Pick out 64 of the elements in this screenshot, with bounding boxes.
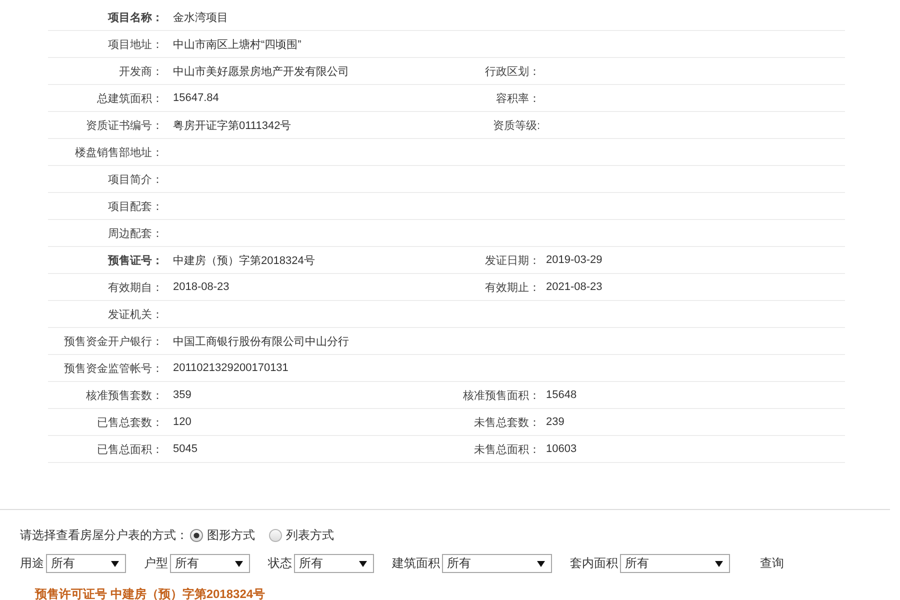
caret-icon <box>111 560 119 566</box>
dropdown[interactable]: 所有 <box>170 554 250 573</box>
dropdown[interactable]: 所有 <box>294 554 374 573</box>
field-label: 项目地址： <box>108 38 163 50</box>
field-value: 2019-03-29 <box>546 254 602 266</box>
field-value: 中山市美好愿景房地产开发有限公司 <box>173 66 349 78</box>
field-label: 预售证号： <box>108 254 163 266</box>
field-value: 10603 <box>546 443 577 455</box>
field-label: 总建筑面积： <box>97 92 163 104</box>
field-label: 发证机关： <box>108 308 163 320</box>
field-label: 已售总套数： <box>97 416 163 428</box>
filter-label: 状态 <box>268 555 292 572</box>
view-mode-prompt: 请选择查看房屋分户表的方式： <box>20 526 188 544</box>
radio-option[interactable]: 图形方式 <box>190 526 255 544</box>
query-link[interactable]: 查询 <box>760 555 784 572</box>
field-label: 核准预售面积： <box>463 390 540 402</box>
field-label: 开发商： <box>119 66 163 78</box>
field-value: 359 <box>173 389 192 401</box>
permit-heading: 预售许可证号 中建房（预）字第2018324号 <box>35 587 266 600</box>
field-value: 120 <box>173 416 192 428</box>
field-value: 15647.84 <box>173 92 219 104</box>
field-value: 中山市南区上塘村“四顷围” <box>173 38 302 50</box>
field-label: 核准预售套数： <box>86 390 163 402</box>
field-value: 2021-08-23 <box>546 281 602 293</box>
caret-icon <box>359 560 367 566</box>
radio-option[interactable]: 列表方式 <box>269 526 334 544</box>
field-label: 项目配套： <box>108 200 163 212</box>
caret-icon <box>235 560 243 566</box>
field-value: 金水湾项目 <box>173 12 228 24</box>
field-label: 项目简介： <box>108 174 163 186</box>
dropdown[interactable]: 所有 <box>620 554 730 573</box>
field-label: 发证日期： <box>485 254 540 266</box>
field-label: 资质证书编号： <box>86 120 163 132</box>
dropdown[interactable]: 所有 <box>46 554 126 573</box>
field-value: 5045 <box>173 443 198 455</box>
radio-icon[interactable] <box>190 528 203 542</box>
filter-label: 户型 <box>144 555 168 572</box>
field-label: 楼盘销售部地址： <box>75 146 163 158</box>
field-label: 容积率： <box>496 92 540 104</box>
field-label: 未售总套数： <box>474 416 540 428</box>
field-label: 预售资金开户银行： <box>64 336 163 348</box>
caret-icon <box>537 560 545 566</box>
field-label: 有效期自： <box>108 282 163 294</box>
filter-label: 建筑面积 <box>392 555 440 572</box>
field-value: 中国工商银行股份有限公司中山分行 <box>173 336 349 348</box>
field-label: 周边配套： <box>108 228 163 240</box>
field-label: 行政区划： <box>485 66 540 78</box>
field-label: 已售总面积： <box>97 444 163 456</box>
field-label: 有效期止： <box>485 282 540 294</box>
field-value: 2011021329200170131 <box>173 362 288 374</box>
filter-label: 套内面积 <box>570 555 618 572</box>
field-value: 粤房开证字第0111342号 <box>173 120 292 132</box>
field-value: 2018-08-23 <box>173 281 230 293</box>
caret-icon <box>715 560 723 566</box>
field-label: 预售资金监管帐号： <box>64 362 163 374</box>
dropdown[interactable]: 所有 <box>442 554 552 573</box>
filter-label: 用途 <box>20 555 44 572</box>
field-label: 未售总面积： <box>474 444 540 456</box>
radio-icon[interactable] <box>269 528 282 542</box>
field-label: 资质等级: <box>492 120 540 132</box>
field-value: 中建房（预）字第2018324号 <box>173 254 315 266</box>
field-label: 项目名称： <box>108 12 163 24</box>
field-value: 15648 <box>546 389 577 401</box>
field-value: 239 <box>546 416 564 428</box>
